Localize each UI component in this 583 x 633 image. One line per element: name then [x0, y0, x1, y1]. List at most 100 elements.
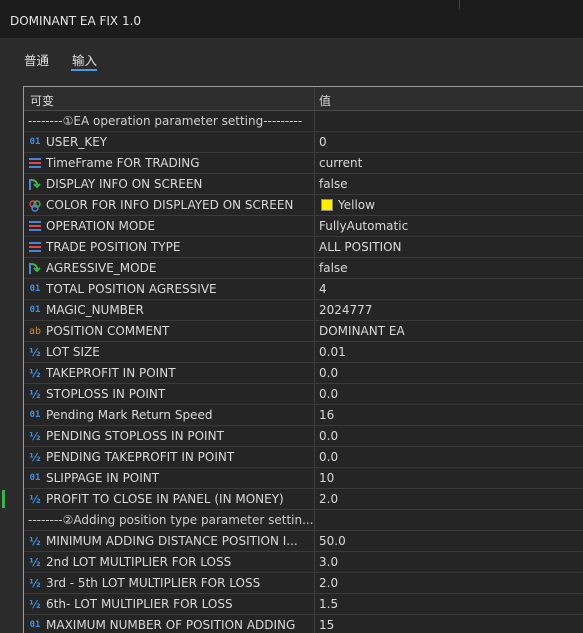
table-row[interactable]: ½ MINIMUM ADDING DISTANCE POSITION I... 50…	[24, 531, 583, 552]
row-value-cell[interactable]: 0.01	[316, 342, 583, 362]
row-value-cell[interactable]: 16	[316, 405, 583, 425]
row-name-cell[interactable]: ½ PROFIT TO CLOSE IN PANEL (IN MONEY)	[24, 489, 315, 509]
row-name-cell[interactable]: TRADE POSITION TYPE	[24, 237, 315, 257]
parameter-name: USER_KEY	[46, 135, 108, 149]
row-value-cell[interactable]: 0.0	[316, 363, 583, 383]
parameter-name: LOT SIZE	[46, 345, 100, 359]
table-row[interactable]: 01 MAGIC_NUMBER 2024777	[24, 300, 583, 321]
row-value-cell[interactable]: 0.0	[316, 426, 583, 446]
row-name-cell[interactable]: TimeFrame FOR TRADING	[24, 153, 315, 173]
row-name-cell[interactable]: ½ PENDING TAKEPROFIT IN POINT	[24, 447, 315, 467]
row-name-cell[interactable]: ½ LOT SIZE	[24, 342, 315, 362]
row-name-cell[interactable]: 01 TOTAL POSITION AGRESSIVE	[24, 279, 315, 299]
table-row[interactable]: ½ LOT SIZE 0.01	[24, 342, 583, 363]
table-row[interactable]: ½ 2nd LOT MULTIPLIER FOR LOSS 3.0	[24, 552, 583, 573]
row-name-cell[interactable]: COLOR FOR INFO DISPLAYED ON SCREEN	[24, 195, 315, 215]
string-icon: ab	[28, 326, 42, 337]
row-value-cell[interactable]: 2.0	[316, 489, 583, 509]
row-value-cell[interactable]: false	[316, 174, 583, 194]
color-icon	[28, 199, 42, 212]
table-row[interactable]: ½ STOPLOSS IN POINT 0.0	[24, 384, 583, 405]
column-header-value[interactable]: 值	[316, 87, 583, 110]
row-value-cell[interactable]: 50.0	[316, 531, 583, 551]
row-name-cell[interactable]: ½ 6th- LOT MULTIPLIER FOR LOSS	[24, 594, 315, 614]
row-name-cell[interactable]: ab POSITION COMMENT	[24, 321, 315, 341]
row-value-cell[interactable]: current	[316, 153, 583, 173]
row-value-cell[interactable]: DOMINANT EA	[316, 321, 583, 341]
table-row[interactable]: ½ 3rd - 5th LOT MULTIPLIER FOR LOSS 2.0	[24, 573, 583, 594]
parameter-name: SLIPPAGE IN POINT	[46, 471, 160, 485]
row-name-cell[interactable]: OPERATION MODE	[24, 216, 315, 236]
row-value-cell[interactable]: 0	[316, 132, 583, 152]
table-row[interactable]: 01 MAXIMUM NUMBER OF POSITION ADDING 15	[24, 615, 583, 633]
row-value-cell[interactable]	[316, 510, 583, 530]
row-name-cell[interactable]: 01 MAXIMUM NUMBER OF POSITION ADDING	[24, 615, 315, 633]
row-value-cell[interactable]: 15	[316, 615, 583, 633]
row-name-cell[interactable]: 01 Pending Mark Return Speed	[24, 405, 315, 425]
table-row[interactable]: ab POSITION COMMENT DOMINANT EA	[24, 321, 583, 342]
table-row[interactable]: TRADE POSITION TYPE ALL POSITION	[24, 237, 583, 258]
parameter-name: OPERATION MODE	[46, 219, 156, 233]
section-separator-row[interactable]: --------①EA operation parameter setting-…	[24, 111, 583, 132]
parameter-value: 16	[319, 408, 335, 422]
column-header-variable[interactable]: 可变	[24, 87, 315, 110]
chart-edge-marker	[2, 490, 5, 508]
table-row[interactable]: 01 SLIPPAGE IN POINT 10	[24, 468, 583, 489]
integer-icon: 01	[29, 620, 41, 630]
parameter-value: Yellow	[338, 198, 375, 212]
table-row[interactable]: ½ PROFIT TO CLOSE IN PANEL (IN MONEY) 2.0	[24, 489, 583, 510]
window-title: DOMINANT EA FIX 1.0	[10, 14, 142, 28]
table-row[interactable]: ½ PENDING STOPLOSS IN POINT 0.0	[24, 426, 583, 447]
row-value-cell[interactable]	[316, 111, 583, 131]
row-name-cell[interactable]: ½ 2nd LOT MULTIPLIER FOR LOSS	[24, 552, 315, 572]
title-bar: DOMINANT EA FIX 1.0	[0, 0, 583, 38]
row-value-cell[interactable]: Yellow	[316, 195, 583, 215]
integer-icon: 01	[29, 284, 41, 294]
table-row[interactable]: DISPLAY INFO ON SCREEN false	[24, 174, 583, 195]
table-row[interactable]: ½ PENDING TAKEPROFIT IN POINT 0.0	[24, 447, 583, 468]
row-name-cell[interactable]: --------①EA operation parameter setting-…	[24, 111, 315, 131]
row-value-cell[interactable]: FullyAutomatic	[316, 216, 583, 236]
row-value-cell[interactable]: 0.0	[316, 384, 583, 404]
table-row[interactable]: 01 TOTAL POSITION AGRESSIVE 4	[24, 279, 583, 300]
row-name-cell[interactable]: ½ MINIMUM ADDING DISTANCE POSITION I...	[24, 531, 315, 551]
row-name-cell[interactable]: 01 MAGIC_NUMBER	[24, 300, 315, 320]
row-name-cell[interactable]: DISPLAY INFO ON SCREEN	[24, 174, 315, 194]
double-icon: ½	[29, 367, 41, 380]
row-value-cell[interactable]: 3.0	[316, 552, 583, 572]
row-name-cell[interactable]: ½ STOPLOSS IN POINT	[24, 384, 315, 404]
table-row[interactable]: ½ 6th- LOT MULTIPLIER FOR LOSS 1.5	[24, 594, 583, 615]
parameter-name: POSITION COMMENT	[46, 324, 170, 338]
row-name-cell[interactable]: ½ PENDING STOPLOSS IN POINT	[24, 426, 315, 446]
row-value-cell[interactable]: false	[316, 258, 583, 278]
tab-common[interactable]: 普通	[24, 50, 49, 69]
row-value-cell[interactable]: 2024777	[316, 300, 583, 320]
row-name-cell[interactable]: --------②Adding position type parameter …	[24, 510, 315, 530]
parameter-name: Pending Mark Return Speed	[46, 408, 213, 422]
table-row[interactable]: 01 USER_KEY 0	[24, 132, 583, 153]
section-title: --------②Adding position type parameter …	[28, 513, 314, 527]
table-row[interactable]: OPERATION MODE FullyAutomatic	[24, 216, 583, 237]
table-row[interactable]: AGRESSIVE_MODE false	[24, 258, 583, 279]
row-name-cell[interactable]: ½ 3rd - 5th LOT MULTIPLIER FOR LOSS	[24, 573, 315, 593]
tab-inputs[interactable]: 输入	[72, 50, 97, 69]
row-name-cell[interactable]: AGRESSIVE_MODE	[24, 258, 315, 278]
row-value-cell[interactable]: 4	[316, 279, 583, 299]
table-row[interactable]: COLOR FOR INFO DISPLAYED ON SCREEN Yellow	[24, 195, 583, 216]
table-row[interactable]: TimeFrame FOR TRADING current	[24, 153, 583, 174]
parameter-name: TOTAL POSITION AGRESSIVE	[46, 282, 217, 296]
parameter-value: 0.0	[319, 450, 339, 464]
row-name-cell[interactable]: 01 USER_KEY	[24, 132, 315, 152]
row-value-cell[interactable]: 2.0	[316, 573, 583, 593]
row-name-cell[interactable]: 01 SLIPPAGE IN POINT	[24, 468, 315, 488]
row-value-cell[interactable]: ALL POSITION	[316, 237, 583, 257]
row-name-cell[interactable]: ½ TAKEPROFIT IN POINT	[24, 363, 315, 383]
row-value-cell[interactable]: 10	[316, 468, 583, 488]
table-row[interactable]: ½ TAKEPROFIT IN POINT 0.0	[24, 363, 583, 384]
row-value-cell[interactable]: 1.5	[316, 594, 583, 614]
row-value-cell[interactable]: 0.0	[316, 447, 583, 467]
parameter-name: PENDING STOPLOSS IN POINT	[46, 429, 224, 443]
section-separator-row[interactable]: --------②Adding position type parameter …	[24, 510, 583, 531]
properties-dialog: 普通 输入 可变 值 --------①EA operation paramet…	[0, 38, 583, 633]
table-row[interactable]: 01 Pending Mark Return Speed 16	[24, 405, 583, 426]
